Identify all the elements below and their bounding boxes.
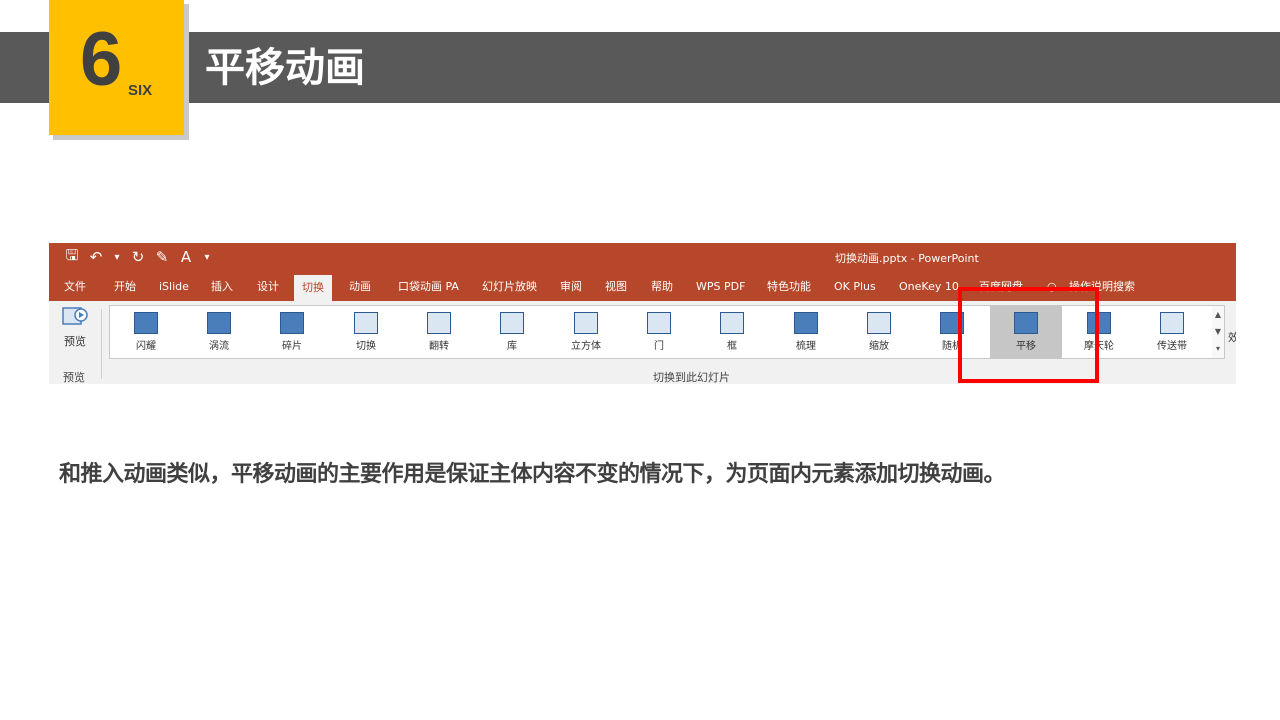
- tab-wps-pdf[interactable]: WPS PDF: [696, 273, 745, 301]
- effect-options-label[interactable]: 效: [1228, 329, 1236, 345]
- preview-button-label: 预览: [64, 335, 86, 348]
- gallery-more-icon[interactable]: ▾: [1212, 340, 1224, 357]
- redo-icon[interactable]: ↻: [129, 247, 147, 267]
- shimmer-icon: [134, 312, 158, 334]
- tab-animations[interactable]: 动画: [349, 273, 371, 301]
- zoom-icon: [867, 312, 891, 334]
- tab-pocket-animation[interactable]: 口袋动画 PA: [398, 273, 459, 301]
- tab-help[interactable]: 帮助: [651, 273, 673, 301]
- paint-icon[interactable]: ✎: [153, 247, 171, 267]
- tab-onekey[interactable]: OneKey 10: [899, 273, 959, 301]
- gallery-icon: [500, 312, 524, 334]
- cube-icon: [574, 312, 598, 334]
- scroll-down-icon[interactable]: ▼: [1212, 323, 1224, 340]
- gallery-scrollbar[interactable]: ▲ ▼ ▾: [1212, 305, 1225, 359]
- red-highlight-box: [958, 287, 1099, 383]
- tab-insert[interactable]: 插入: [211, 273, 233, 301]
- transition-doors[interactable]: 门: [623, 306, 695, 358]
- preview-icon: [62, 305, 88, 329]
- section-number: 6: [80, 17, 123, 102]
- undo-icon[interactable]: ↶: [87, 247, 105, 267]
- tab-ok-plus[interactable]: OK Plus: [834, 273, 876, 301]
- transition-zoom[interactable]: 缩放: [843, 306, 915, 358]
- tab-islide[interactable]: iSlide: [159, 273, 189, 301]
- box-icon: [720, 312, 744, 334]
- header-band: [0, 32, 1280, 103]
- preview-button[interactable]: 预览: [57, 305, 93, 349]
- transition-group-label: 切换到此幻灯片: [653, 371, 730, 384]
- customize-icon[interactable]: ▾: [201, 247, 213, 267]
- text-icon[interactable]: A: [177, 247, 195, 267]
- slide-title: 平移动画: [205, 45, 365, 91]
- tab-file[interactable]: 文件: [64, 273, 86, 301]
- undo-dropdown-icon[interactable]: ▾: [111, 247, 123, 267]
- body-text: 和推入动画类似，平移动画的主要作用是保证主体内容不变的情况下，为页面内元素添加切…: [59, 462, 1006, 487]
- group-divider: [101, 309, 102, 379]
- doors-icon: [647, 312, 671, 334]
- tab-slideshow[interactable]: 幻灯片放映: [482, 273, 537, 301]
- quick-access-toolbar: 🖫 ↶ ▾ ↻ ✎ A ▾: [63, 246, 213, 267]
- comb-icon: [794, 312, 818, 334]
- transition-shimmer[interactable]: 闪耀: [110, 306, 182, 358]
- tab-special-features[interactable]: 特色功能: [767, 273, 811, 301]
- preview-group-label: 预览: [63, 371, 85, 384]
- flip-icon: [427, 312, 451, 334]
- transition-comb[interactable]: 梳理: [770, 306, 842, 358]
- transition-vortex[interactable]: 涡流: [183, 306, 255, 358]
- tab-home[interactable]: 开始: [114, 273, 136, 301]
- conveyor-icon: [1160, 312, 1184, 334]
- tab-transitions[interactable]: 切换: [294, 275, 332, 301]
- switch-icon: [354, 312, 378, 334]
- transition-gallery-effect[interactable]: 库: [476, 306, 548, 358]
- transition-box[interactable]: 框: [696, 306, 768, 358]
- transition-conveyor[interactable]: 传送带: [1136, 306, 1208, 358]
- tab-view[interactable]: 视图: [605, 273, 627, 301]
- shred-icon: [280, 312, 304, 334]
- window-title: 切换动画.pptx - PowerPoint: [835, 252, 979, 265]
- vortex-icon: [207, 312, 231, 334]
- title-bar: 🖫 ↶ ▾ ↻ ✎ A ▾ 切换动画.pptx - PowerPoint: [49, 243, 1236, 273]
- transition-flip[interactable]: 翻转: [403, 306, 475, 358]
- section-number-word: SIX: [128, 82, 153, 99]
- transition-cube[interactable]: 立方体: [550, 306, 622, 358]
- tab-review[interactable]: 审阅: [560, 273, 582, 301]
- transition-shred[interactable]: 碎片: [256, 306, 328, 358]
- save-icon[interactable]: 🖫: [63, 246, 81, 267]
- scroll-up-icon[interactable]: ▲: [1212, 306, 1224, 323]
- transition-switch[interactable]: 切换: [330, 306, 402, 358]
- tab-design[interactable]: 设计: [257, 273, 279, 301]
